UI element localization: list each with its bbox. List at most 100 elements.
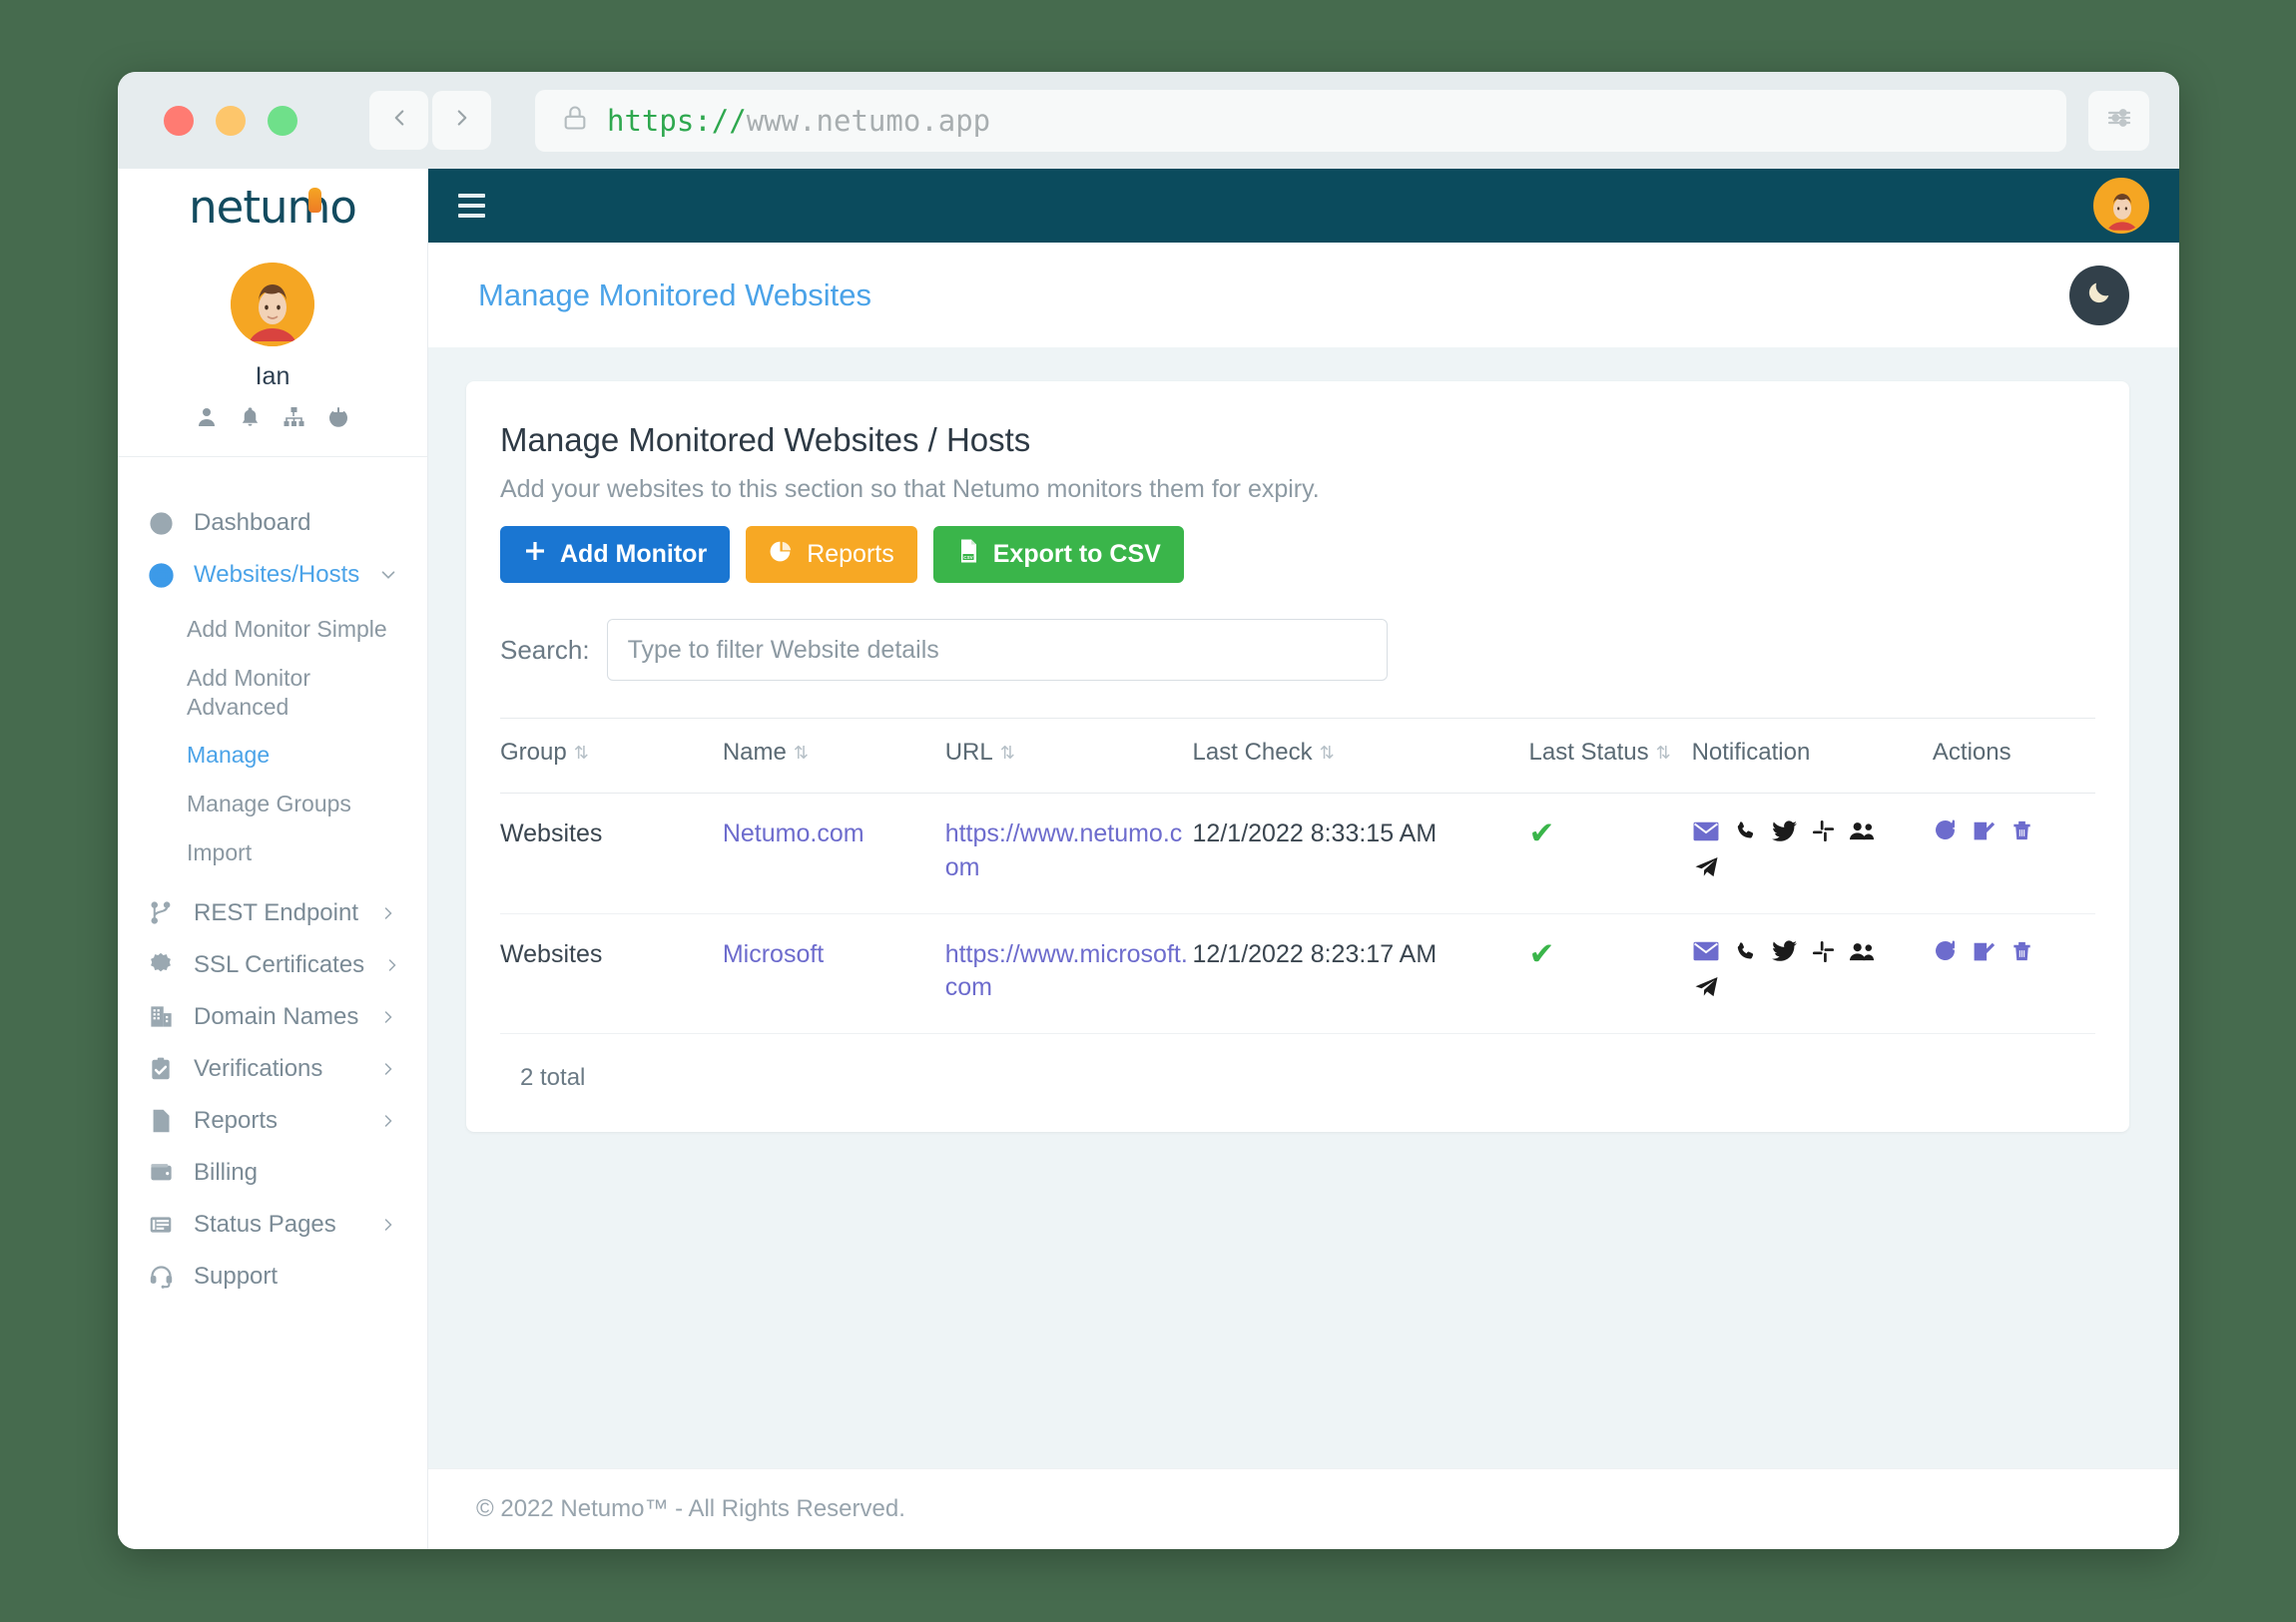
search-input[interactable]	[606, 619, 1388, 681]
phone-icon[interactable]	[1731, 817, 1760, 844]
sidebar-item-reports[interactable]: Reports	[118, 1095, 427, 1147]
manage-monitors-card: Manage Monitored Websites / Hosts Add yo…	[466, 381, 2129, 1132]
profile-quick-actions	[195, 405, 350, 434]
sitemap-icon[interactable]	[282, 405, 306, 434]
dark-mode-toggle[interactable]	[2069, 265, 2129, 325]
maximize-window-button[interactable]	[268, 105, 297, 136]
edit-icon[interactable]	[1972, 817, 1997, 852]
slack-icon[interactable]	[1809, 938, 1838, 965]
monitor-url-link[interactable]: https://www.netumo.com	[945, 819, 1183, 881]
mail-icon[interactable]	[1692, 817, 1721, 844]
sidebar-item-billing[interactable]: Billing	[118, 1147, 427, 1199]
bell-icon[interactable]	[239, 405, 262, 434]
column-header-url[interactable]: URL ⇅	[944, 718, 1193, 794]
minimize-window-button[interactable]	[216, 105, 246, 136]
brand-name: netumo	[189, 180, 357, 234]
chevron-right-icon[interactable]	[382, 954, 402, 976]
chevron-right-icon	[449, 105, 475, 136]
sidebar-item-status-pages[interactable]: Status Pages	[118, 1199, 427, 1251]
phone-icon[interactable]	[1731, 938, 1760, 965]
column-header-name[interactable]: Name ⇅	[722, 718, 945, 794]
sidebar-item-label: Support	[194, 1262, 279, 1290]
sidebar-item-rest-endpoint[interactable]: REST Endpoint	[118, 887, 427, 939]
content-scroll-area: Manage Monitored Websites / Hosts Add yo…	[428, 347, 2179, 1468]
mail-icon[interactable]	[1692, 938, 1721, 965]
sort-icon: ⇅	[1319, 743, 1335, 763]
export-csv-button[interactable]: CSV Export to CSV	[932, 526, 1184, 583]
column-header-last-check[interactable]: Last Check ⇅	[1192, 718, 1529, 794]
sidebar-item-dashboard[interactable]: Dashboard	[118, 497, 427, 549]
user-icon[interactable]	[195, 405, 219, 434]
search-row: Search:	[500, 619, 2095, 681]
monitor-name-link[interactable]: Netumo.com	[723, 819, 864, 847]
sort-icon: ⇅	[573, 743, 589, 763]
add-monitor-button[interactable]: Add Monitor	[500, 526, 731, 583]
delete-icon[interactable]	[2010, 938, 2033, 973]
monitor-name-link[interactable]: Microsoft	[723, 940, 824, 968]
sidebar-item-manage[interactable]: Manage	[118, 731, 427, 780]
cell-notification	[1691, 913, 1933, 1034]
slack-icon[interactable]	[1809, 817, 1838, 844]
hamburger-icon[interactable]	[458, 194, 485, 218]
sidebar-item-manage-groups[interactable]: Manage Groups	[118, 780, 427, 828]
column-label: Actions	[1932, 739, 2011, 766]
table-body: Websites Netumo.com https://www.netumo.c…	[500, 793, 2095, 1034]
reports-button[interactable]: Reports	[746, 526, 917, 583]
address-bar[interactable]: https://www.netumo.app	[535, 89, 2066, 152]
sidebar-item-add-monitor-simple[interactable]: Add Monitor Simple	[118, 605, 427, 654]
refresh-icon[interactable]	[1933, 938, 1958, 973]
chevron-right-icon[interactable]	[377, 1006, 399, 1028]
sidebar-item-label: Reports	[194, 1106, 279, 1134]
chevron-right-icon[interactable]	[377, 902, 399, 924]
chevron-right-icon[interactable]	[377, 1214, 399, 1236]
page-subheader: Manage Monitored Websites	[428, 243, 2179, 347]
forward-button[interactable]	[432, 91, 491, 150]
sidebar-item-import[interactable]: Import	[118, 828, 427, 877]
twitter-icon[interactable]	[1770, 938, 1799, 965]
browser-settings-button[interactable]	[2088, 90, 2149, 151]
sidebar-item-verifications[interactable]: Verifications	[118, 1043, 427, 1095]
users-icon[interactable]	[1848, 938, 1877, 965]
chevron-right-icon[interactable]	[377, 1110, 399, 1132]
brand-logo[interactable]: netumo	[118, 169, 427, 245]
sliders-icon	[2104, 103, 2134, 138]
telegram-icon[interactable]	[1692, 974, 1721, 1001]
avatar[interactable]	[231, 263, 314, 346]
delete-icon[interactable]	[2010, 817, 2033, 852]
wallet-icon	[146, 1158, 176, 1188]
sidebar-item-domain-names[interactable]: Domain Names	[118, 991, 427, 1043]
clipboard-check-icon	[146, 1054, 176, 1084]
window-traffic-lights	[164, 105, 297, 136]
moon-icon	[2085, 278, 2113, 311]
column-header-notification: Notification	[1691, 718, 1933, 794]
sidebar-item-websites-hosts[interactable]: Websites/Hosts	[118, 549, 427, 601]
column-header-last-status[interactable]: Last Status ⇅	[1528, 718, 1692, 794]
lock-icon	[561, 103, 589, 138]
power-icon[interactable]	[326, 405, 350, 434]
close-window-button[interactable]	[164, 105, 194, 136]
twitter-icon[interactable]	[1770, 817, 1799, 844]
sidebar-item-add-monitor-advanced[interactable]: Add Monitor Advanced	[118, 654, 427, 732]
edit-icon[interactable]	[1972, 938, 1997, 973]
chevron-down-icon[interactable]	[377, 564, 399, 586]
browser-window: https://www.netumo.app netumo Ian Dashbo…	[118, 72, 2179, 1549]
status-ok-icon: ✔	[1528, 815, 1555, 850]
certificate-icon	[146, 950, 176, 980]
column-header-group[interactable]: Group ⇅	[500, 718, 723, 794]
sidebar-item-support[interactable]: Support	[118, 1251, 427, 1303]
page-body: netumo Ian Dashboard Websites/Hosts Add …	[118, 169, 2179, 1549]
column-label: Group	[500, 739, 567, 766]
table-header: Group ⇅ Name ⇅ URL ⇅ Last Check ⇅ Last S…	[500, 718, 2095, 794]
sidebar-profile: Ian	[118, 245, 427, 457]
monitor-url-link[interactable]: https://www.microsoft.com	[945, 940, 1188, 1002]
refresh-icon[interactable]	[1933, 817, 1958, 852]
status-ok-icon: ✔	[1528, 935, 1555, 971]
chevron-right-icon[interactable]	[377, 1058, 399, 1080]
browser-nav-buttons	[369, 91, 491, 150]
telegram-icon[interactable]	[1692, 853, 1721, 880]
back-button[interactable]	[369, 91, 428, 150]
users-icon[interactable]	[1848, 817, 1877, 844]
sidebar-item-ssl-certificates[interactable]: SSL Certificates	[118, 939, 427, 991]
topbar-avatar[interactable]	[2093, 178, 2149, 234]
table-total-count: 2 total	[520, 1064, 586, 1091]
